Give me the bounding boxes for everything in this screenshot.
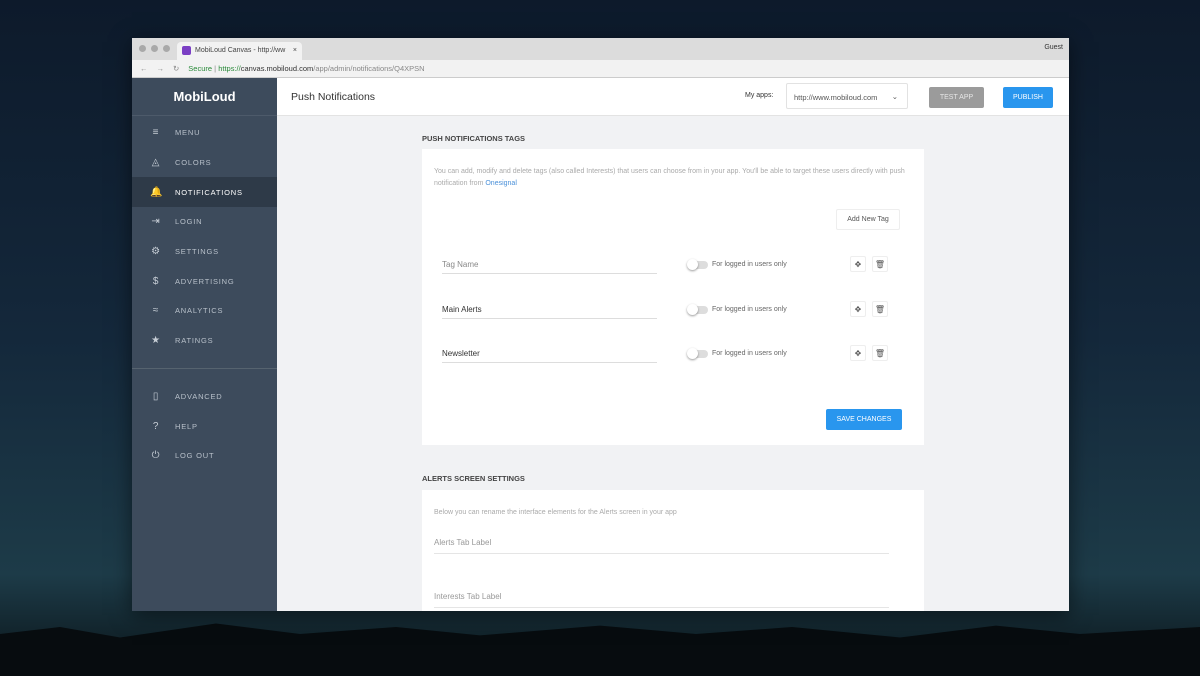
sidebar-item-label: ADVERTISING	[175, 276, 235, 286]
interests-tab-label-input[interactable]: Interests Tab Label	[434, 592, 889, 608]
logo[interactable]: MobiLoud	[132, 78, 277, 116]
toggle-label: For logged in users only	[712, 306, 787, 313]
sidebar-item-label: LOG OUT	[175, 451, 215, 461]
selected-app: http://www.mobiloud.com	[794, 93, 878, 102]
analytics-icon: ≈	[152, 305, 160, 317]
tag-name-input[interactable]: Main Alerts	[442, 301, 657, 319]
sidebar-item-label: ANALYTICS	[175, 306, 224, 316]
tag-row: Newsletter For logged in users only ✥ 🗑	[442, 345, 902, 365]
tab-title: MobiLoud Canvas - http://ww	[195, 47, 286, 54]
chevron-down-icon: ⌄	[891, 92, 898, 101]
add-new-tag-button[interactable]: Add New Tag	[836, 209, 900, 230]
sidebar-item-label: HELP	[175, 421, 198, 431]
sidebar-item-menu[interactable]: ≡ MENU	[132, 118, 277, 148]
login-icon: ⇥	[151, 216, 161, 228]
favicon-icon	[182, 46, 191, 55]
sidebar-item-label: ADVANCED	[175, 391, 223, 401]
trash-icon[interactable]: 🗑	[872, 301, 888, 317]
url-scheme: https://	[218, 64, 241, 73]
sidebar-item-label: LOGIN	[175, 217, 203, 227]
forward-icon[interactable]: →	[157, 64, 165, 73]
profile-label[interactable]: Guest	[1044, 44, 1063, 51]
save-changes-button[interactable]: SAVE CHANGES	[826, 409, 902, 430]
browser-window: MobiLoud Canvas - http://ww × Guest ← → ↻ S…	[132, 38, 1069, 611]
logged-in-toggle[interactable]	[687, 259, 708, 270]
sidebar-item-notifications[interactable]: 🔔 NOTIFICATIONS	[132, 177, 277, 208]
section-heading: ALERTS SCREEN SETTINGS	[422, 474, 525, 483]
trash-icon[interactable]: 🗑	[872, 345, 888, 361]
tag-row: Tag Name For logged in users only ✥ 🗑	[442, 256, 902, 276]
sidebar-item-label: RATINGS	[175, 336, 214, 346]
sidebar-item-label: NOTIFICATIONS	[175, 187, 243, 197]
section-heading: PUSH NOTIFICATIONS TAGS	[422, 134, 526, 143]
secure-label: Secure	[188, 64, 213, 73]
onesignal-link[interactable]: Onesignal	[485, 180, 517, 187]
dollar-icon: $	[152, 275, 160, 287]
paint-bucket-icon: ◬	[151, 157, 161, 169]
sidebar-item-colors[interactable]: ◬ COLORS	[132, 148, 277, 178]
address-bar: ← → ↻ Secure | https://canvas.mobiloud.com…	[132, 60, 1069, 78]
sidebar-item-advertising[interactable]: $ ADVERTISING	[132, 266, 277, 296]
sidebar-item-login[interactable]: ⇥ LOGIN	[132, 207, 277, 237]
app-select[interactable]: http://www.mobiloud.com ⌄	[786, 83, 908, 109]
star-icon: ★	[151, 335, 161, 347]
logged-in-toggle[interactable]	[687, 304, 708, 315]
trash-icon[interactable]: 🗑	[872, 256, 888, 272]
publish-button[interactable]: PUBLISH	[1003, 87, 1053, 108]
move-icon[interactable]: ✥	[850, 301, 866, 317]
alerts-tab-label-input[interactable]: Alerts Tab Label	[434, 538, 889, 554]
top-header: Push Notifications My apps: http://www.m…	[277, 78, 1069, 116]
sidebar-item-advanced[interactable]: ▯ ADVANCED	[132, 382, 277, 412]
test-app-button[interactable]: TEST APP	[929, 87, 984, 108]
divider	[132, 367, 277, 369]
my-apps-label: My apps:	[745, 92, 774, 99]
tag-name-input[interactable]: Newsletter	[442, 345, 657, 363]
page-title: Push Notifications	[291, 91, 376, 103]
sidebar: MobiLoud ≡ MENU ◬ COLORS 🔔 NOTIFICATIONS ⇥ L…	[132, 78, 277, 611]
move-icon[interactable]: ✥	[850, 256, 866, 272]
power-icon: ⏻	[151, 450, 161, 462]
menu-icon: ≡	[152, 127, 160, 139]
bell-icon: 🔔	[150, 186, 164, 198]
sidebar-item-label: MENU	[175, 128, 201, 138]
alerts-description: Below you can rename the interface eleme…	[434, 509, 677, 516]
tag-name-input[interactable]: Tag Name	[442, 256, 657, 274]
tree-silhouette	[0, 623, 1200, 676]
help-icon: ?	[152, 420, 160, 432]
close-tab-icon[interactable]: ×	[293, 47, 297, 54]
tab-bar: MobiLoud Canvas - http://ww × Guest	[132, 38, 1069, 60]
phone-icon: ▯	[152, 390, 160, 402]
toggle-label: For logged in users only	[712, 261, 787, 268]
alerts-card: Below you can rename the interface eleme…	[422, 490, 924, 611]
sidebar-item-analytics[interactable]: ≈ ANALYTICS	[132, 296, 277, 326]
url-field[interactable]: Secure | https://canvas.mobiloud.com/app…	[188, 64, 424, 73]
tag-row: Main Alerts For logged in users only ✥ 🗑	[442, 301, 902, 321]
browser-tab[interactable]: MobiLoud Canvas - http://ww ×	[177, 42, 302, 60]
sidebar-item-label: COLORS	[175, 158, 212, 168]
url-path: /app/admin/notifications/Q4XPSN	[313, 64, 425, 73]
window-controls[interactable]	[139, 45, 170, 52]
toggle-label: For logged in users only	[712, 350, 787, 357]
logged-in-toggle[interactable]	[687, 348, 708, 359]
sidebar-item-help[interactable]: ? HELP	[132, 411, 277, 441]
sidebar-item-label: SETTINGS	[175, 247, 219, 257]
gear-icon: ⚙	[151, 246, 161, 258]
url-host: canvas.mobiloud.com	[240, 64, 314, 73]
back-icon[interactable]: ←	[140, 64, 148, 73]
sidebar-item-settings[interactable]: ⚙ SETTINGS	[132, 237, 277, 267]
tags-description: You can add, modify and delete tags (als…	[434, 166, 909, 190]
sidebar-item-ratings[interactable]: ★ RATINGS	[132, 326, 277, 356]
tags-card: You can add, modify and delete tags (als…	[422, 149, 924, 445]
move-icon[interactable]: ✥	[850, 345, 866, 361]
reload-icon[interactable]: ↻	[173, 64, 179, 73]
sidebar-item-logout[interactable]: ⏻ LOG OUT	[132, 441, 277, 471]
